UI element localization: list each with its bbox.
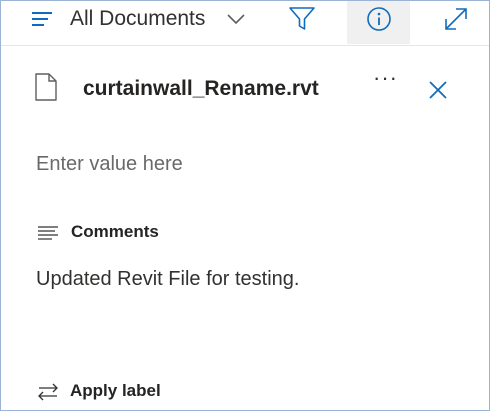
filter-icon[interactable] (288, 5, 316, 38)
view-selector-label[interactable]: All Documents (70, 7, 205, 31)
info-button[interactable] (347, 1, 410, 44)
apply-label-button[interactable]: Apply label (70, 381, 161, 401)
expand-icon[interactable] (442, 5, 470, 38)
document-icon (35, 73, 57, 106)
more-options-button[interactable]: ··· (373, 67, 398, 89)
header-divider (1, 45, 489, 46)
info-icon (367, 7, 391, 31)
swap-arrows-icon (36, 383, 60, 406)
comments-text[interactable]: Updated Revit File for testing. (36, 268, 299, 291)
close-icon[interactable] (428, 80, 448, 105)
chevron-down-icon[interactable] (227, 12, 245, 30)
value-input[interactable] (36, 149, 436, 179)
command-bar: All Documents (1, 1, 489, 46)
comments-heading: Comments (71, 222, 159, 241)
file-name: curtainwall_Rename.rvt (83, 77, 319, 100)
comments-icon (37, 225, 59, 246)
details-panel: All Documents curtainwall_Rename.rvt ···… (0, 0, 490, 411)
hamburger-icon[interactable] (31, 10, 53, 33)
